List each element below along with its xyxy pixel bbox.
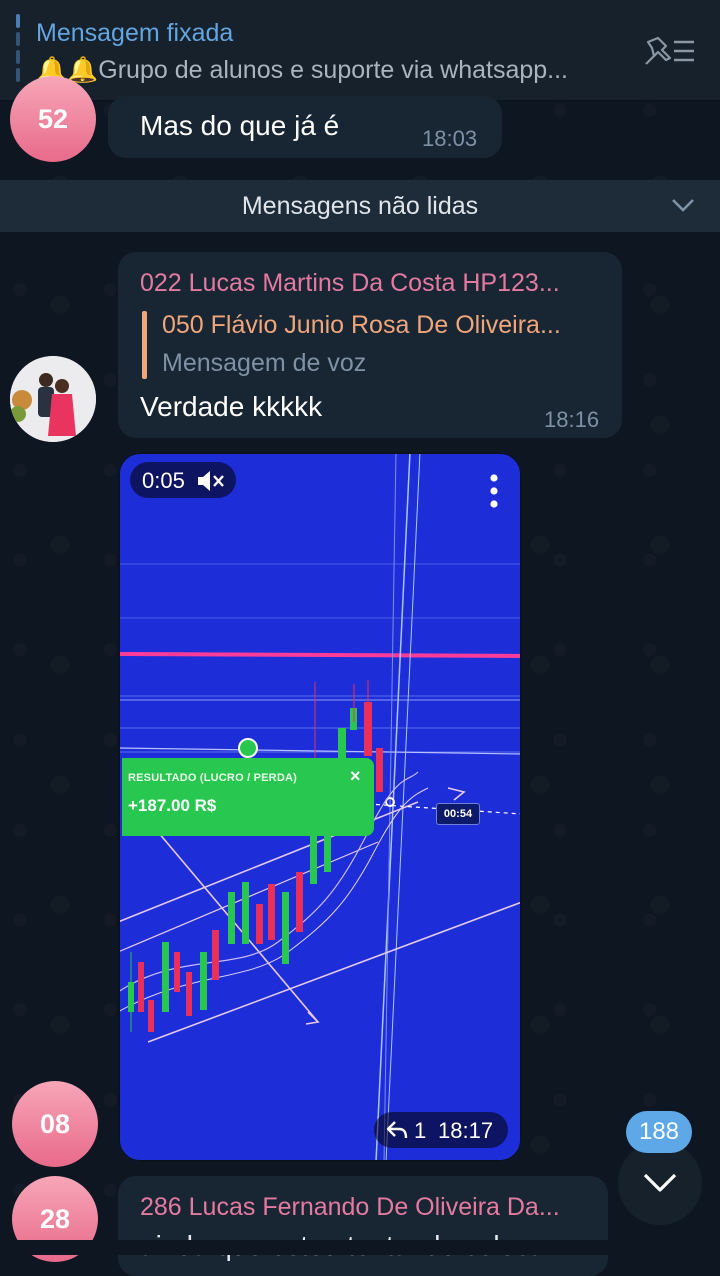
sender-name[interactable]: 022 Lucas Martins Da Costa HP123...: [140, 269, 610, 298]
pinned-preview: 🔔🔔Grupo de alunos e suporte via whatsapp…: [36, 56, 626, 85]
pinned-message-bar[interactable]: Mensagem fixada 🔔🔔Grupo de alunos e supo…: [0, 0, 720, 101]
pinned-preview-text: Grupo de alunos e suporte via whatsapp..…: [98, 56, 569, 84]
result-overlay: RESULTADO (LUCRO / PERDA) +187.00 R$ ×: [122, 758, 374, 836]
candle-timer: 00:54: [436, 803, 480, 825]
scroll-down-button[interactable]: [618, 1141, 702, 1225]
video-time: 18:17: [438, 1118, 494, 1143]
video-duration-badge[interactable]: 0:05: [130, 462, 236, 498]
unread-divider-label: Mensagens não lidas: [241, 192, 479, 220]
unread-divider: Mensagens não lidas: [0, 180, 720, 232]
chevron-down-icon: [643, 1173, 677, 1192]
avatar[interactable]: 52: [10, 76, 96, 162]
bottom-edge: [0, 1240, 720, 1255]
reply-sender: 050 Flávio Junio Rosa De Oliveira...: [162, 311, 561, 339]
video-time-badge[interactable]: 1 18:17: [374, 1112, 508, 1148]
muted-speaker-icon[interactable]: [196, 470, 226, 492]
message-time: 18:03: [422, 126, 478, 151]
pinned-title: Mensagem fixada: [36, 19, 234, 47]
message-bubble[interactable]: Mas do que já é 18:03: [108, 96, 502, 158]
reply-type: Mensagem de voz: [162, 349, 367, 377]
message-text: Verdade kkkkk: [140, 391, 323, 422]
result-label: RESULTADO (LUCRO / PERDA): [128, 772, 297, 784]
reply-quote[interactable]: 050 Flávio Junio Rosa De Oliveira... Men…: [142, 309, 602, 379]
message-text: Mas do que já é: [140, 110, 340, 141]
reply-count: 1: [414, 1118, 427, 1143]
message-time: 18:16: [544, 407, 600, 432]
avatar[interactable]: [10, 356, 96, 442]
sender-name[interactable]: 286 Lucas Fernando De Oliveira Da...: [140, 1193, 600, 1222]
pinned-indicator: [16, 14, 20, 84]
reply-bar: [142, 311, 147, 379]
avatar[interactable]: 08: [12, 1081, 98, 1167]
chevron-down-icon[interactable]: [670, 196, 696, 214]
unread-count-badge[interactable]: 188: [626, 1111, 692, 1153]
more-options-icon[interactable]: [484, 472, 504, 512]
pinned-list-icon[interactable]: [644, 36, 696, 66]
result-close-icon: ×: [350, 766, 361, 786]
video-duration: 0:05: [142, 468, 185, 493]
result-value: +187.00 R$: [128, 796, 217, 815]
user-photo-icon: [10, 356, 96, 442]
message-bubble[interactable]: 286 Lucas Fernando De Oliveira Da... ain…: [118, 1176, 608, 1276]
reply-icon: [386, 1121, 408, 1139]
